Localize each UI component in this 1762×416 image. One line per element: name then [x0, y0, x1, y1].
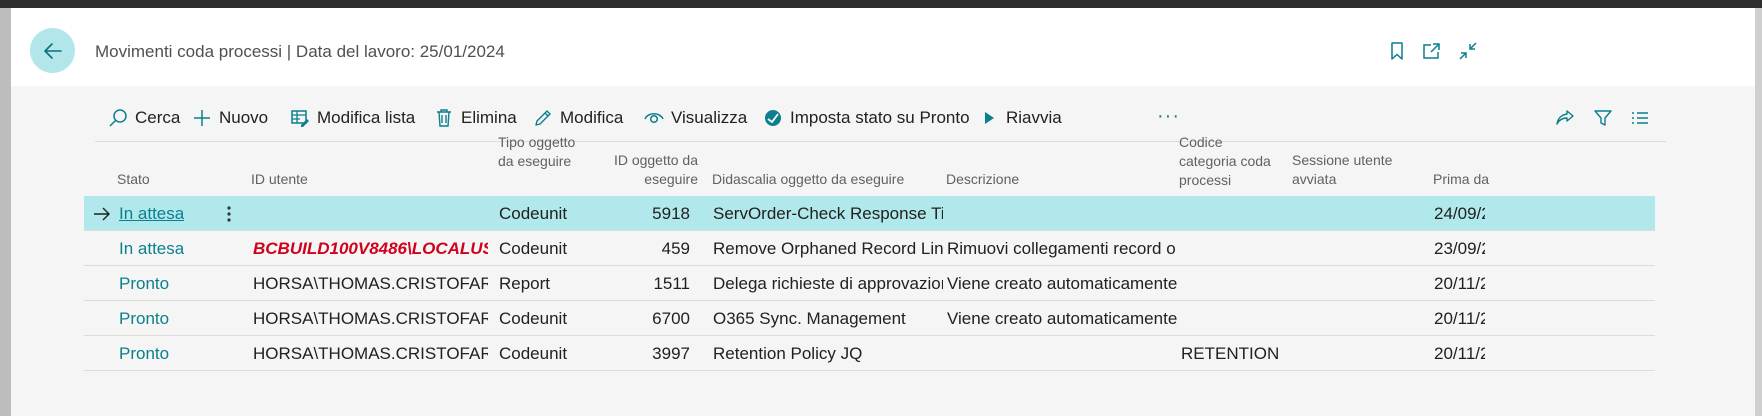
set-ready-status-button[interactable]: Imposta stato su Pronto: [762, 104, 970, 132]
collapse-button[interactable]: [1455, 38, 1481, 64]
column-header-user-session[interactable]: Sessione utente avviata: [1292, 151, 1402, 189]
modify-label: Modifica: [560, 108, 624, 127]
cell-object-type: Codeunit: [499, 204, 568, 223]
search-icon: [107, 107, 129, 129]
column-header-description[interactable]: Descrizione: [946, 170, 1019, 189]
page-window: Movimenti coda processi | Data del lavor…: [11, 8, 1755, 416]
cell-object-caption: Remove Orphaned Record Links: [713, 239, 943, 258]
cell-description: Rimuovi collegamenti record o...: [947, 239, 1177, 258]
plus-icon: [191, 107, 213, 129]
restart-label: Riavvia: [1006, 108, 1062, 127]
cell-category-code: RETENTION: [1181, 344, 1280, 363]
left-edge: [0, 8, 11, 416]
cell-object-caption: Retention Policy JQ: [713, 344, 863, 363]
more-actions-button[interactable]: ···: [1157, 102, 1180, 130]
table-row[interactable]: In attesa Codeunit 5918 ServOrder-Check …: [84, 196, 1655, 231]
open-new-window-icon: [1423, 43, 1440, 59]
edit-list-button[interactable]: Modifica lista: [289, 104, 415, 132]
action-toolbar: Cerca Nuovo Modifica lista Elimina Modif…: [95, 94, 1666, 142]
vertical-ellipsis-icon: [227, 206, 231, 222]
cell-object-type: Codeunit: [499, 239, 568, 258]
table-row[interactable]: Pronto HORSA\THOMAS.CRISTOFARO Report 15…: [84, 266, 1655, 301]
cell-object-id: 3997: [652, 344, 690, 363]
cell-status[interactable]: In attesa: [119, 204, 184, 224]
cell-object-id: 459: [661, 239, 690, 258]
column-header-category-code[interactable]: Codice categoria coda processi: [1179, 133, 1279, 190]
cell-earliest-start: 20/11/2: [1434, 344, 1485, 363]
bookmark-icon: [1391, 42, 1403, 60]
cell-status[interactable]: Pronto: [119, 274, 169, 294]
play-icon: [978, 107, 1000, 129]
cell-earliest-start: 20/11/2: [1434, 274, 1485, 293]
set-status-icon: [762, 107, 784, 129]
bookmark-button[interactable]: [1384, 38, 1410, 64]
column-header-object-id[interactable]: ID oggetto da eseguire: [598, 151, 698, 189]
cell-object-id: 6700: [652, 309, 690, 328]
collapse-icon: [1459, 42, 1477, 60]
cell-earliest-start: 23/09/2: [1434, 239, 1485, 258]
column-header-status[interactable]: Stato: [117, 170, 150, 189]
right-edge: [1755, 8, 1762, 416]
table-row[interactable]: In attesa BCBUILD100V8486\LOCALUSER Code…: [84, 231, 1655, 266]
delete-label: Elimina: [461, 108, 517, 127]
cell-user-id: HORSA\THOMAS.CRISTOFARO: [253, 344, 488, 363]
cell-user-id: HORSA\THOMAS.CRISTOFARO: [253, 274, 488, 293]
column-header-user-id[interactable]: ID utente: [251, 170, 308, 189]
cell-user-id: HORSA\THOMAS.CRISTOFARO: [253, 309, 488, 328]
table-body: In attesa Codeunit 5918 ServOrder-Check …: [84, 196, 1655, 371]
share-icon: [1556, 110, 1574, 125]
cell-object-type: Codeunit: [499, 344, 568, 363]
cell-object-id: 5918: [652, 204, 690, 223]
modify-button[interactable]: Modifica: [532, 104, 623, 132]
table-row[interactable]: Pronto HORSA\THOMAS.CRISTOFARO Codeunit …: [84, 336, 1655, 371]
delete-button[interactable]: Elimina: [433, 104, 517, 132]
table-row[interactable]: Pronto HORSA\THOMAS.CRISTOFARO Codeunit …: [84, 301, 1655, 336]
search-button[interactable]: Cerca: [107, 104, 180, 132]
eye-icon: [643, 107, 665, 129]
cell-object-type: Report: [499, 274, 551, 293]
cell-object-id: 1511: [653, 274, 690, 293]
back-button[interactable]: [30, 28, 75, 73]
restart-button[interactable]: Riavvia: [978, 104, 1062, 132]
cell-object-caption: O365 Sync. Management: [713, 309, 906, 328]
cell-status[interactable]: Pronto: [119, 309, 169, 329]
column-header-object-caption[interactable]: Didascalia oggetto da eseguire: [712, 170, 904, 189]
new-button[interactable]: Nuovo: [191, 104, 268, 132]
more-icon: ···: [1157, 104, 1180, 127]
row-actions-button[interactable]: [221, 204, 237, 224]
column-header-object-type[interactable]: Tipo oggetto da eseguire: [498, 133, 578, 171]
filter-icon: [1594, 110, 1612, 126]
page-header: Movimenti coda processi | Data del lavor…: [11, 8, 1755, 86]
cell-description: Viene creato automaticamente...: [947, 309, 1177, 328]
top-window-bar: [0, 0, 1762, 8]
cell-object-caption: Delega richieste di approvazione: [713, 274, 943, 293]
set-ready-status-label: Imposta stato su Pronto: [790, 108, 970, 127]
cell-status[interactable]: In attesa: [119, 239, 184, 259]
view-button[interactable]: Visualizza: [643, 104, 747, 132]
pencil-icon: [532, 107, 554, 129]
view-label: Visualizza: [671, 108, 748, 127]
column-header-earliest-start[interactable]: Prima da: [1433, 170, 1489, 189]
cell-status[interactable]: Pronto: [119, 344, 169, 364]
cell-object-caption: ServOrder-Check Response Time: [713, 204, 943, 223]
cell-earliest-start: 20/11/2: [1434, 309, 1485, 328]
search-label: Cerca: [135, 108, 181, 127]
cell-user-id: BCBUILD100V8486\LOCALUSER: [253, 239, 488, 258]
new-label: Nuovo: [219, 108, 269, 127]
open-new-window-button[interactable]: [1419, 38, 1445, 64]
trash-icon: [433, 107, 455, 129]
edit-list-icon: [289, 107, 311, 129]
cell-object-type: Codeunit: [499, 309, 568, 328]
list-view-icon: [1632, 112, 1648, 124]
share-button[interactable]: [1552, 104, 1578, 132]
back-arrow-icon: [43, 42, 62, 59]
cell-description: Viene creato automaticamente...: [947, 274, 1177, 293]
edit-list-label: Modifica lista: [317, 108, 416, 127]
cell-earliest-start: 24/09/2: [1434, 204, 1485, 223]
filter-button[interactable]: [1590, 104, 1616, 132]
list-view-button[interactable]: [1627, 104, 1653, 132]
current-row-arrow-icon: [94, 207, 110, 221]
page-title: Movimenti coda processi | Data del lavor…: [95, 42, 505, 61]
